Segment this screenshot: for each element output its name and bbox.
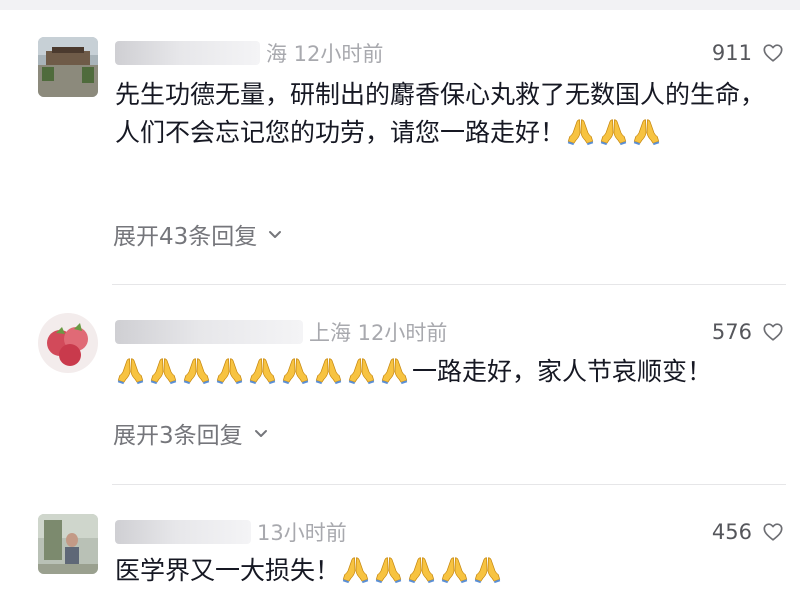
- comment-meta: 海 12小时前: [115, 38, 383, 68]
- heart-outline-icon: [763, 523, 783, 541]
- like-button[interactable]: 576: [712, 317, 784, 347]
- comment-meta: 13小时前: [115, 517, 347, 547]
- username[interactable]: [115, 41, 260, 65]
- folded-hands-emoji: [406, 554, 437, 584]
- comment-body: 医学界又一大损失！: [115, 556, 341, 585]
- folded-hands-emoji: [280, 355, 311, 385]
- expand-replies-button[interactable]: 展开3条回复: [113, 417, 269, 449]
- comment-divider: [112, 284, 786, 285]
- location-time: 上海 12小时前: [309, 321, 448, 345]
- expand-replies-label: 展开3条回复: [113, 423, 243, 449]
- top-strip: [0, 0, 800, 10]
- comment-divider: [112, 484, 786, 485]
- folded-hands-emoji: [148, 355, 179, 385]
- folded-hands-emoji: [340, 554, 371, 584]
- emoji-group: [340, 556, 505, 585]
- fruit-avatar-icon: [38, 313, 98, 373]
- comment-text: 一路走好，家人节哀顺变！: [115, 353, 780, 391]
- user-avatar[interactable]: [38, 37, 98, 97]
- folded-hands-emoji: [598, 116, 629, 146]
- folded-hands-emoji: [379, 355, 410, 385]
- like-count: 456: [711, 520, 752, 544]
- folded-hands-emoji: [346, 355, 377, 385]
- user-avatar[interactable]: [38, 313, 98, 373]
- expand-replies-button[interactable]: 展开43条回复: [113, 218, 283, 250]
- heart-outline-icon: [763, 323, 783, 341]
- like-count: 911: [711, 41, 752, 65]
- username[interactable]: [115, 320, 303, 344]
- comment-meta: 上海 12小时前: [115, 317, 447, 347]
- location-time: 海 12小时前: [266, 42, 384, 66]
- photo-avatar-icon: [38, 37, 98, 97]
- folded-hands-emoji: [631, 116, 662, 146]
- folded-hands-emoji: [373, 554, 404, 584]
- like-button[interactable]: 456: [712, 517, 784, 547]
- location-time: 13小时前: [257, 521, 347, 545]
- comment-body: 先生功德无量，研制出的麝香保心丸救了无数国人的生命，人们不会忘记您的功劳，请您一…: [115, 80, 766, 147]
- photo-avatar-icon: [38, 514, 98, 574]
- comment-text: 医学界又一大损失！: [115, 552, 780, 590]
- expand-replies-label: 展开43条回复: [113, 224, 258, 250]
- comment-body: 一路走好，家人节哀顺变！: [412, 357, 713, 386]
- comment-text: 先生功德无量，研制出的麝香保心丸救了无数国人的生命，人们不会忘记您的功劳，请您一…: [115, 76, 780, 152]
- folded-hands-emoji: [313, 355, 344, 385]
- folded-hands-emoji: [565, 116, 596, 146]
- user-avatar[interactable]: [38, 514, 98, 574]
- emoji-group: [565, 118, 664, 147]
- folded-hands-emoji: [181, 355, 212, 385]
- username[interactable]: [115, 520, 251, 544]
- chevron-down-icon: [254, 430, 267, 437]
- folded-hands-emoji: [472, 554, 503, 584]
- emoji-group: [115, 357, 412, 386]
- like-count: 576: [711, 320, 752, 344]
- like-button[interactable]: 911: [712, 38, 784, 68]
- folded-hands-emoji: [115, 355, 146, 385]
- heart-outline-icon: [763, 44, 783, 62]
- folded-hands-emoji: [439, 554, 470, 584]
- folded-hands-emoji: [214, 355, 245, 385]
- folded-hands-emoji: [247, 355, 278, 385]
- chevron-down-icon: [269, 231, 282, 238]
